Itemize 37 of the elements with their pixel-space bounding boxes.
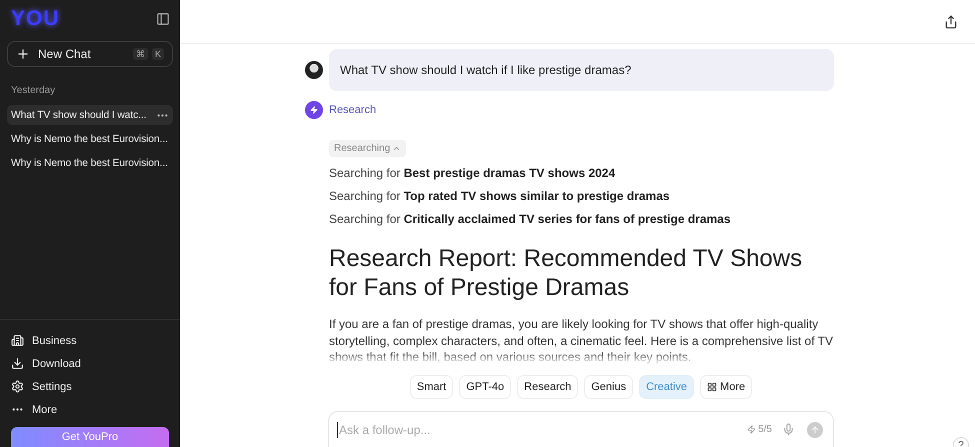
sidebar-link[interactable]: Settings — [11, 375, 169, 398]
credits-counter: 5/5 — [747, 424, 772, 435]
shortcut-key: K — [152, 48, 164, 60]
mode-tab[interactable]: More — [700, 375, 752, 399]
assistant-mode-label: Research — [329, 104, 376, 116]
download-icon — [11, 357, 24, 370]
history-item[interactable]: Why is Nemo the best Eurovision... — [7, 129, 173, 149]
grid-icon — [707, 382, 718, 392]
sidebar-link[interactable]: Download — [11, 352, 169, 375]
new-chat-button[interactable]: New Chat ⌘ K — [7, 41, 173, 67]
report-paragraph: If you are a fan of prestige dramas, you are likely looking for TV shows that offer high-quality storytelling, complex characters, and often, a cinematic feel. Here is a comprehensive list of TV shows that fit the bill, based on various sources and their key points. — [329, 316, 834, 366]
history-item[interactable]: Why is Nemo the best Eurovision... — [7, 153, 173, 173]
search-step: Searching for Best prestige dramas TV shows 2024 — [329, 166, 616, 180]
logo: YOU — [11, 7, 60, 31]
report-heading: Research Report: Recommended TV Shows for Fans of Prestige Dramas — [329, 244, 804, 302]
user-avatar — [305, 61, 323, 79]
question-bubble: What TV show should I watch if I like prestige dramas? — [329, 49, 834, 91]
sidebar-link[interactable]: More — [11, 398, 169, 421]
building-icon — [11, 334, 24, 347]
bolt-icon — [747, 425, 756, 434]
search-step: Searching for Critically acclaimed TV series for fans of prestige dramas — [329, 212, 731, 226]
history-item[interactable]: What TV show should I watc... — [7, 105, 173, 125]
chevron-icon — [392, 144, 402, 153]
mode-tab[interactable]: GPT-4o — [459, 375, 512, 399]
history-group-label: Yesterday — [11, 85, 56, 96]
shortcut-key: ⌘ — [132, 48, 148, 60]
arrow-up-icon — [810, 424, 820, 434]
mode-tab[interactable]: Smart — [410, 375, 454, 399]
settings-icon — [11, 380, 24, 393]
mode-tab[interactable]: Genius — [584, 375, 634, 399]
sidebar-link[interactable]: Business — [11, 329, 169, 352]
search-step: Searching for Top rated TV shows similar to prestige dramas — [329, 189, 670, 203]
research-icon — [305, 101, 323, 119]
plus-icon — [16, 47, 30, 61]
share-icon — [944, 14, 958, 28]
sidebar-toggle-icon[interactable] — [156, 12, 170, 26]
mode-tab[interactable]: Research — [517, 375, 578, 399]
